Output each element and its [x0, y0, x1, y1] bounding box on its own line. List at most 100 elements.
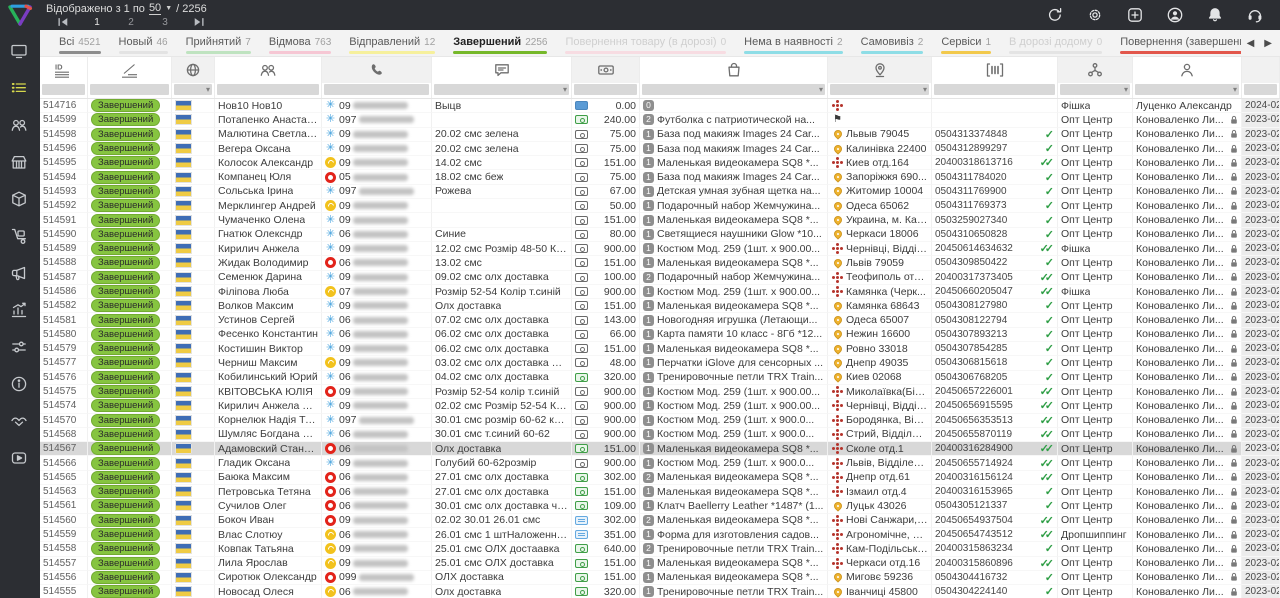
add-order-icon[interactable] [1126, 6, 1144, 24]
table-row[interactable]: 514555ЗавершенийНовосад Олеся06Олх доста… [40, 585, 1280, 598]
table-row[interactable]: 514582ЗавершенийВолков Максим✳09Олх дост… [40, 299, 1280, 313]
tab-Відправлений[interactable]: Відправлений12 [340, 30, 444, 56]
tab-Нема в наявності[interactable]: Нема в наявності2 [735, 30, 851, 56]
sidebar-item-video-tutorials-icon[interactable] [10, 449, 30, 469]
column-header-comment[interactable] [432, 57, 572, 83]
tab-Всі[interactable]: Всі4521 [50, 30, 110, 56]
tab-Сервіси[interactable]: Сервіси1 [932, 30, 1000, 56]
table-row[interactable]: 514576ЗавершенийКобилинський Юрий✳0604.0… [40, 371, 1280, 385]
table-row[interactable]: 514595ЗавершенийКолосок Александр0914.02… [40, 156, 1280, 170]
sidebar-item-statistics-chart-icon[interactable] [10, 301, 30, 321]
table-row[interactable]: 514586ЗавершенийФіліпова Люба07Розмір 52… [40, 285, 1280, 299]
table-row[interactable]: 514570ЗавершенийКорнелюк Надія Та...✳097… [40, 414, 1280, 428]
chevron-down-icon[interactable]: ▼ [165, 3, 172, 15]
column-header-status[interactable] [88, 57, 172, 83]
table-row[interactable]: 514574ЗавершенийКирилич Анжела Ол...✳090… [40, 399, 1280, 413]
tab-Повернення товару (в дорозі)[interactable]: Повернення товару (в дорозі)0 [556, 30, 735, 56]
table-row[interactable]: 514565ЗавершенийБаюка Максим0627.01 смс … [40, 471, 1280, 485]
tab-Самовивіз[interactable]: Самовивіз2 [852, 30, 933, 56]
filter-input-source[interactable] [1060, 84, 1130, 95]
settings-gear-icon[interactable] [1086, 6, 1104, 24]
table-row[interactable]: 514577ЗавершенийЧерниш Максим0903.02 смс… [40, 356, 1280, 370]
tab-Відмова[interactable]: Відмова763 [260, 30, 340, 56]
filter-input-city[interactable] [830, 84, 929, 95]
table-row[interactable]: 514716ЗавершенийНов10 Нов10✳09Выцв0.000Ф… [40, 99, 1280, 113]
tab-Завершений[interactable]: Завершений2256 [444, 30, 556, 56]
filter-input-name[interactable] [217, 84, 319, 95]
table-row[interactable]: 514591ЗавершенийЧумаченко Олена✳09151.00… [40, 213, 1280, 227]
first-page-button[interactable] [46, 16, 80, 28]
table-row[interactable]: 514592ЗавершенийМерклингер Андрей0950.00… [40, 199, 1280, 213]
account-icon[interactable] [1166, 6, 1184, 24]
sidebar-item-products-box-icon[interactable] [10, 190, 30, 210]
table-row[interactable]: 514557ЗавершенийЛила Ярослав0925.01 смс … [40, 557, 1280, 571]
sidebar-item-partners-handshake-icon[interactable] [10, 412, 30, 432]
table-row[interactable]: 514560ЗавершенийБокоч Иван0902.02 30.01 … [40, 514, 1280, 528]
column-header-city[interactable] [828, 57, 932, 83]
filter-input-product[interactable] [642, 84, 825, 95]
sidebar-item-supply-cart-icon[interactable] [10, 227, 30, 247]
page-number-3[interactable]: 3 [148, 17, 182, 28]
table-row[interactable]: 514563ЗавершенийПетровська Тетяна0627.01… [40, 485, 1280, 499]
table-row[interactable]: 514581ЗавершенийУстинов Сергей✳0607.02 с… [40, 313, 1280, 327]
tab-Прийнятий[interactable]: Прийнятий7 [177, 30, 260, 56]
table-row[interactable]: 514588ЗавершенийЖидак Володимир0613.02 с… [40, 256, 1280, 270]
sidebar-item-clients-icon[interactable] [10, 116, 30, 136]
column-header-source[interactable] [1058, 57, 1133, 83]
sidebar-item-marketing-megaphone-icon[interactable] [10, 264, 30, 284]
table-row[interactable]: 514589ЗавершенийКирилич Анжела✳0912.02 с… [40, 242, 1280, 256]
page-number-1[interactable]: 1 [80, 17, 114, 28]
column-header-product[interactable] [640, 57, 828, 83]
filter-input-manager[interactable] [1135, 84, 1239, 95]
table-row[interactable]: 514579ЗавершенийКостишин Виктор✳0906.02 … [40, 342, 1280, 356]
sidebar-item-dashboard-monitor-icon[interactable] [10, 42, 30, 62]
sidebar-item-orders-list-icon[interactable] [10, 79, 30, 99]
table-row[interactable]: 514556ЗавершенийСиротюк Олександр099ОЛХ … [40, 571, 1280, 585]
table-row[interactable]: 514575ЗавершенийКВІТОВСЬКА ЮЛІЯ09Розмір … [40, 385, 1280, 399]
column-header-price[interactable] [572, 57, 640, 83]
sidebar-item-settings-sliders-icon[interactable] [10, 338, 30, 358]
column-header-phone[interactable] [322, 57, 432, 83]
table-row[interactable]: 514558ЗавершенийКовпак Татьяна0925.01 см… [40, 542, 1280, 556]
app-logo[interactable] [0, 0, 40, 30]
sidebar-item-store-icon[interactable] [10, 153, 30, 173]
column-header-manager[interactable] [1133, 57, 1242, 83]
column-header-date[interactable] [1242, 57, 1280, 83]
table-row[interactable]: 514566ЗавершенийГладик Оксана✳09Голубий … [40, 456, 1280, 470]
filter-input-flag[interactable] [174, 84, 212, 95]
table-row[interactable]: 514567ЗавершенийАдамовский Станис...06Ол… [40, 442, 1280, 456]
table-row[interactable]: 514593ЗавершенийСольська Ірина✳097Рожева… [40, 185, 1280, 199]
page-number-2[interactable]: 2 [114, 17, 148, 28]
tabs-scroll-left-icon[interactable]: ◀ [1247, 38, 1255, 49]
tab-В дорозі додому[interactable]: В дорозі додому0 [1000, 30, 1111, 56]
notifications-bell-icon[interactable] [1206, 6, 1224, 24]
filter-input-date[interactable] [1244, 84, 1277, 95]
sidebar-item-info-icon[interactable] [10, 375, 30, 395]
column-header-name[interactable] [215, 57, 322, 83]
table-row[interactable]: 514580ЗавершенийФесенко Константин✳0606.… [40, 328, 1280, 342]
column-header-tracking[interactable] [932, 57, 1058, 83]
table-row[interactable]: 514596ЗавершенийВегера Оксана✳0920.02 см… [40, 142, 1280, 156]
per-page-dropdown[interactable]: 50 [149, 2, 161, 15]
table-row[interactable]: 514568ЗавершенийШумляс Богдана Ан...✳063… [40, 428, 1280, 442]
table-row[interactable]: 514590ЗавершенийГнатюк Олексндр✳06Синие8… [40, 228, 1280, 242]
tabs-scroll-right-icon[interactable]: ▶ [1264, 38, 1272, 49]
filter-input-id[interactable] [42, 84, 85, 95]
column-header-id[interactable]: ID [40, 57, 88, 83]
refresh-icon[interactable] [1046, 6, 1064, 24]
filter-input-price[interactable] [574, 84, 637, 95]
last-page-button[interactable] [182, 16, 216, 28]
column-header-flag[interactable] [172, 57, 215, 83]
tab-Новый[interactable]: Новый46 [110, 30, 177, 56]
table-row[interactable]: 514559ЗавершенийВлас Слотюу0626.01 смс 1… [40, 528, 1280, 542]
filter-input-status[interactable] [90, 84, 169, 95]
table-row[interactable]: 514594ЗавершенийКомпанец Юля0518.02 смс … [40, 170, 1280, 184]
table-row[interactable]: 514561ЗавершенийСучилов Олег0630.01 смс … [40, 499, 1280, 513]
filter-input-tracking[interactable] [934, 84, 1055, 95]
table-row[interactable]: 514599ЗавершенийПотапенко Анастас...✳097… [40, 113, 1280, 127]
support-headset-icon[interactable] [1246, 6, 1264, 24]
table-row[interactable]: 514587ЗавершенийСеменюк Дарина✳0909.02 с… [40, 271, 1280, 285]
table-row[interactable]: 514598ЗавершенийМалютина Светлана✳0920.0… [40, 128, 1280, 142]
filter-input-comment[interactable] [434, 84, 569, 95]
filter-input-phone[interactable] [324, 84, 429, 95]
